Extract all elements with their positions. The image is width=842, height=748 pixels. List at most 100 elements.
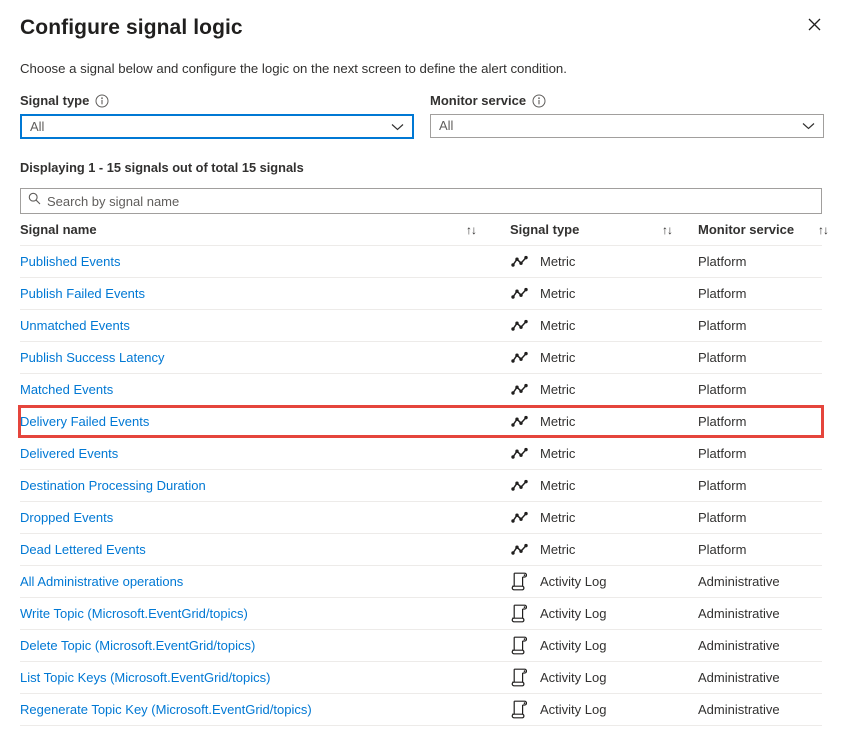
panel-description: Choose a signal below and configure the … [20, 61, 567, 76]
metric-line-chart-icon [510, 255, 528, 268]
cell-monitor-service: Administrative [698, 670, 818, 685]
chevron-down-icon [802, 117, 815, 135]
table-row[interactable]: Publish Success Latency Metric Platform [20, 342, 822, 374]
cell-signal-type: Activity Log [510, 604, 662, 623]
chevron-down-icon [391, 118, 404, 136]
signals-table: Signal name ↑↓ Signal type ↑↓ Monitor se… [18, 214, 829, 726]
table-row[interactable]: Delete Topic (Microsoft.EventGrid/topics… [20, 630, 822, 662]
signal-type-filter-group: Signal type All [20, 92, 414, 139]
cell-monitor-service: Administrative [698, 606, 818, 621]
filter-row: Signal type All Monitor service All [0, 78, 842, 139]
sort-signal-type-button[interactable]: ↑↓ [662, 223, 698, 237]
table-row[interactable]: Publish Failed Events Metric Platform [20, 278, 822, 310]
cell-monitor-service: Platform [698, 318, 818, 333]
signal-name-link[interactable]: Destination Processing Duration [20, 478, 206, 493]
cell-monitor-service: Platform [698, 350, 818, 365]
panel-header: Configure signal logic [0, 0, 842, 42]
cell-signal-name: Delivery Failed Events [20, 414, 466, 429]
table-row[interactable]: Regenerate Topic Key (Microsoft.EventGri… [20, 694, 822, 726]
signal-name-link[interactable]: Unmatched Events [20, 318, 130, 333]
table-row[interactable]: Dead Lettered Events Metric Platform [20, 534, 822, 566]
search-box[interactable] [20, 188, 822, 214]
close-icon [808, 18, 821, 31]
column-header-label: Signal name [20, 222, 97, 237]
signal-name-link[interactable]: Dropped Events [20, 510, 113, 525]
signal-type-text: Activity Log [540, 638, 607, 653]
cell-signal-name: Matched Events [20, 382, 466, 397]
signal-name-link[interactable]: Matched Events [20, 382, 113, 397]
signal-type-text: Metric [540, 382, 576, 397]
monitor-service-text: Administrative [698, 702, 780, 717]
page-title: Configure signal logic [20, 16, 243, 39]
table-row[interactable]: Unmatched Events Metric Platform [20, 310, 822, 342]
signal-type-text: Activity Log [540, 702, 607, 717]
results-count-text: Displaying 1 - 15 signals out of total 1… [20, 160, 304, 175]
cell-signal-name: Write Topic (Microsoft.EventGrid/topics) [20, 606, 466, 621]
table-row[interactable]: Delivered Events Metric Platform [20, 438, 822, 470]
table-row[interactable]: Destination Processing Duration Metric Pla… [20, 470, 822, 502]
activity-log-scroll-icon [510, 700, 528, 719]
close-button[interactable] [798, 8, 830, 40]
activity-log-scroll-icon [510, 604, 528, 623]
signal-name-link[interactable]: Regenerate Topic Key (Microsoft.EventGri… [20, 702, 312, 717]
signal-type-text: Metric [540, 318, 576, 333]
signal-name-link[interactable]: Published Events [20, 254, 120, 269]
signal-name-link[interactable]: All Administrative operations [20, 574, 183, 589]
table-row[interactable]: Delivery Failed Events Metric Platform [20, 406, 822, 438]
cell-signal-type: Metric [510, 478, 662, 493]
cell-signal-name: Publish Success Latency [20, 350, 466, 365]
signal-name-link[interactable]: Delivery Failed Events [20, 414, 149, 429]
table-row[interactable]: Published Events Metric Platform [20, 246, 822, 278]
table-row[interactable]: List Topic Keys (Microsoft.EventGrid/top… [20, 662, 822, 694]
signal-type-text: Activity Log [540, 574, 607, 589]
table-row[interactable]: Dropped Events Metric Platform [20, 502, 822, 534]
metric-line-chart-icon [510, 319, 528, 332]
cell-signal-type: Metric [510, 318, 662, 333]
cell-signal-type: Metric [510, 350, 662, 365]
table-body: Published Events Metric Platform Publish Fa… [20, 246, 822, 726]
signal-name-link[interactable]: Dead Lettered Events [20, 542, 146, 557]
monitor-service-dropdown[interactable]: All [430, 114, 824, 138]
cell-signal-name: List Topic Keys (Microsoft.EventGrid/top… [20, 670, 466, 685]
cell-signal-type: Activity Log [510, 668, 662, 687]
signal-name-link[interactable]: Publish Failed Events [20, 286, 145, 301]
signal-type-dropdown[interactable]: All [20, 114, 414, 139]
signal-type-value: All [30, 118, 45, 134]
cell-signal-name: Publish Failed Events [20, 286, 466, 301]
column-header-label: Monitor service [698, 222, 795, 237]
activity-log-scroll-icon [510, 668, 528, 687]
signal-name-link[interactable]: List Topic Keys (Microsoft.EventGrid/top… [20, 670, 270, 685]
table-row[interactable]: All Administrative operations Activity Lo… [20, 566, 822, 598]
signal-name-link[interactable]: Publish Success Latency [20, 350, 165, 365]
cell-monitor-service: Platform [698, 414, 818, 429]
cell-monitor-service: Administrative [698, 702, 818, 717]
cell-signal-name: Destination Processing Duration [20, 478, 466, 493]
table-row[interactable]: Matched Events Metric Platform [20, 374, 822, 406]
monitor-service-text: Platform [698, 478, 747, 493]
signal-name-link[interactable]: Delivered Events [20, 446, 118, 461]
info-icon[interactable] [95, 94, 109, 108]
signal-name-link[interactable]: Write Topic (Microsoft.EventGrid/topics) [20, 606, 248, 621]
monitor-service-text: Platform [698, 446, 747, 461]
monitor-service-label: Monitor service [430, 93, 527, 108]
metric-line-chart-icon [510, 447, 528, 460]
cell-monitor-service: Platform [698, 446, 818, 461]
monitor-service-value: All [439, 118, 454, 133]
monitor-service-text: Platform [698, 414, 747, 429]
monitor-service-text: Administrative [698, 606, 780, 621]
info-icon[interactable] [532, 94, 546, 108]
sort-signal-name-button[interactable]: ↑↓ [466, 223, 510, 237]
signal-type-text: Activity Log [540, 670, 607, 685]
cell-monitor-service: Administrative [698, 638, 818, 653]
cell-signal-type: Activity Log [510, 700, 662, 719]
signal-name-link[interactable]: Delete Topic (Microsoft.EventGrid/topics… [20, 638, 255, 653]
signal-type-text: Metric [540, 414, 576, 429]
monitor-service-text: Platform [698, 542, 747, 557]
search-input[interactable] [47, 189, 814, 213]
column-header-monitor-service: Monitor service [698, 222, 818, 237]
cell-signal-type: Metric [510, 254, 662, 269]
sort-monitor-service-button[interactable]: ↑↓ [818, 223, 842, 237]
signal-type-text: Metric [540, 254, 576, 269]
table-row[interactable]: Write Topic (Microsoft.EventGrid/topics)… [20, 598, 822, 630]
monitor-service-text: Administrative [698, 670, 780, 685]
